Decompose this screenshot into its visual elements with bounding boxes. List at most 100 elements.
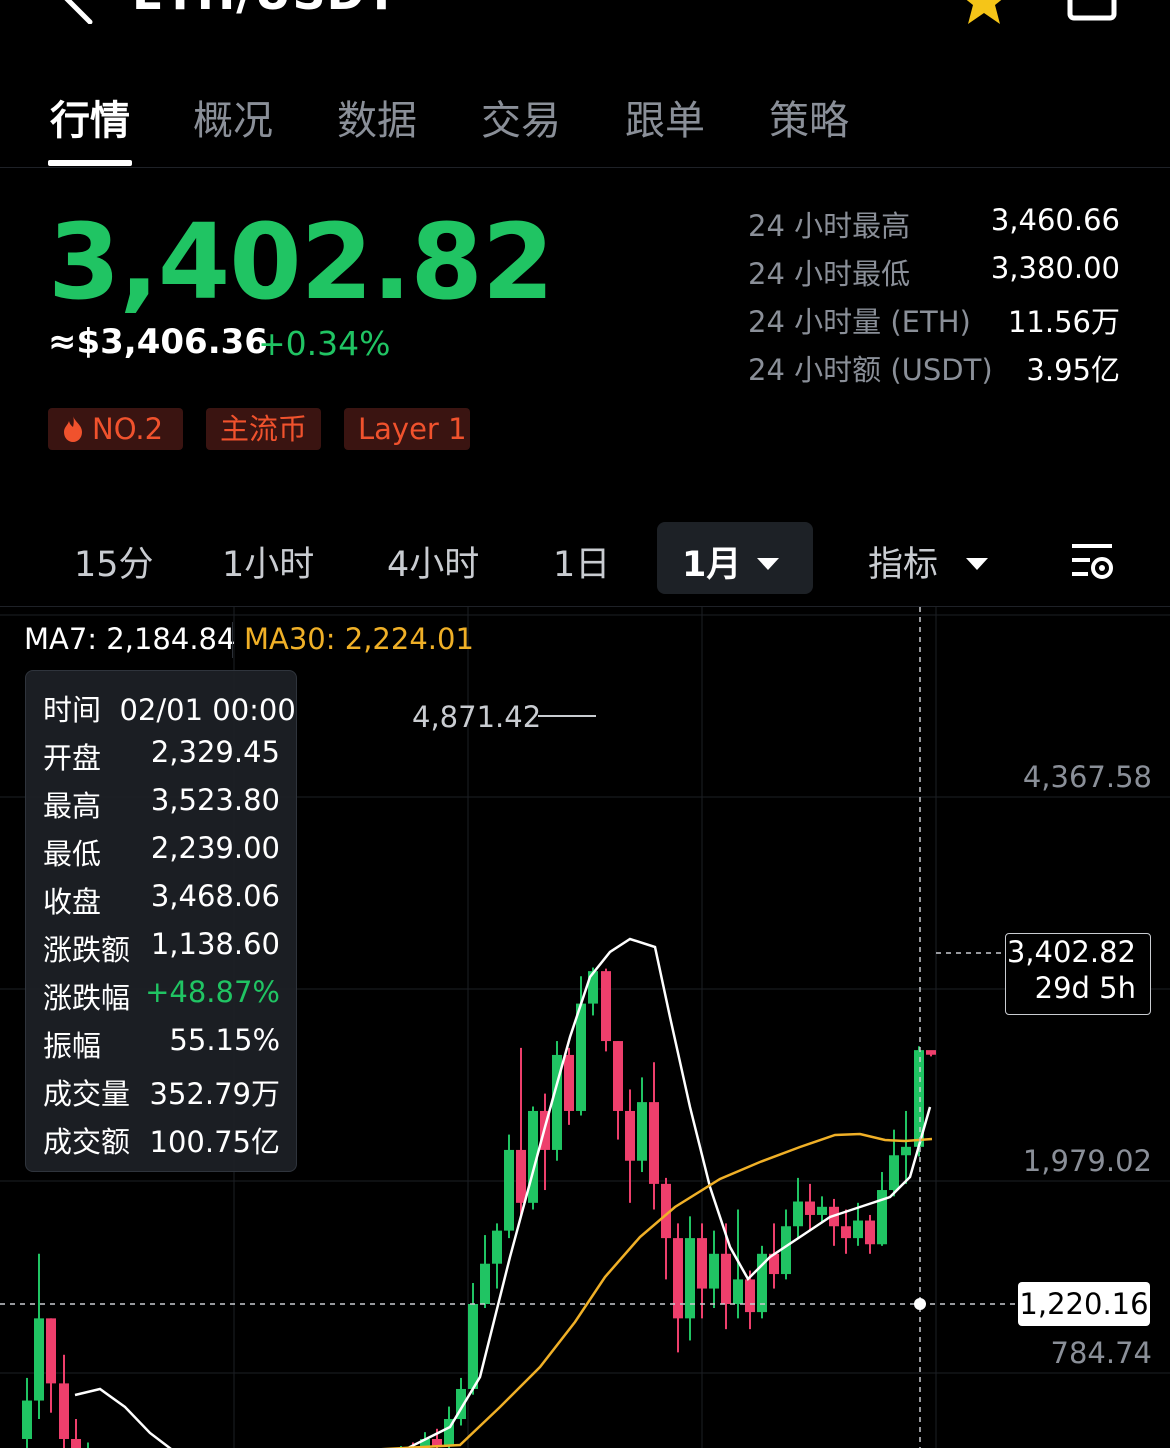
candle-body <box>34 1318 44 1401</box>
candle-body <box>625 1110 635 1161</box>
candle-body <box>793 1201 803 1227</box>
layer-tag[interactable]: Layer 1 <box>344 408 470 450</box>
last-price-marker: 3,402.82 29d 5h <box>1005 933 1151 1015</box>
candle-body <box>480 1263 490 1304</box>
interval-1d[interactable]: 1日 <box>553 536 610 587</box>
candle-body <box>685 1238 695 1319</box>
last-price-marker-value: 3,402.82 <box>1006 935 1136 969</box>
interval-1M[interactable]: 1月 <box>682 536 780 587</box>
tab-strategy[interactable]: 策略 <box>769 88 849 146</box>
stat-label-24h-low: 24 小时最低 <box>748 257 911 291</box>
share-icon[interactable] <box>1066 0 1118 22</box>
tooltip-row-close: 收盘 3,468.06 <box>43 879 280 919</box>
tooltip-key: 开盘 <box>43 741 102 775</box>
stat-value-24h-high: 3,460.66 <box>990 203 1120 237</box>
rank-tag[interactable]: NO.2 <box>48 408 183 450</box>
interval-1h[interactable]: 1小时 <box>222 536 314 587</box>
y-tick-label: 4,367.58 <box>1022 760 1152 794</box>
candle-body <box>926 1050 936 1055</box>
tooltip-value: 2,239.00 <box>150 831 280 865</box>
interval-label: 1月 <box>682 545 742 585</box>
stat-value-24h-low: 3,380.00 <box>990 251 1120 285</box>
divider <box>0 167 1170 168</box>
tooltip-key: 最高 <box>43 789 102 823</box>
tooltip-value: 1,138.60 <box>150 927 280 961</box>
candle-body <box>564 1054 574 1111</box>
tooltip-key: 成交额 <box>43 1125 131 1159</box>
candle-body <box>492 1230 502 1264</box>
indicator-label: 指标 <box>868 545 939 585</box>
candle-body <box>817 1206 827 1215</box>
tooltip-row-amplitude: 振幅 55.15% <box>43 1023 280 1063</box>
interval-4h[interactable]: 4小时 <box>387 536 479 587</box>
tooltip-row-volume: 成交量 352.79万 <box>43 1071 280 1111</box>
category-tag[interactable]: 主流币 <box>206 408 321 450</box>
last-price: 3,402.82 <box>48 201 554 323</box>
candle-body <box>745 1279 755 1313</box>
candle-body <box>613 1041 623 1111</box>
crosshair-price-label: 1,220.16 <box>1018 1282 1150 1326</box>
divider <box>232 622 233 658</box>
candle-body <box>697 1238 707 1289</box>
tag-label: NO.2 <box>92 412 164 446</box>
indicator-dropdown[interactable]: 指标 <box>868 536 989 587</box>
active-tab-indicator <box>48 160 132 166</box>
tooltip-value: 100.75亿 <box>149 1125 280 1159</box>
candle-body <box>841 1226 851 1239</box>
pair-title[interactable]: ETH/USDT <box>132 0 398 20</box>
y-tick-label: 1,979.02 <box>1022 1144 1152 1178</box>
chevron-down-icon[interactable] <box>440 0 464 2</box>
tooltip-value: 3,523.80 <box>150 783 280 817</box>
stat-label-24h-turnover: 24 小时额 (USDT) <box>748 353 993 387</box>
chevron-down-icon <box>966 558 989 570</box>
ma7-value: MA7: 2,184.84 <box>24 622 236 656</box>
candle-body <box>733 1279 743 1304</box>
tooltip-row-open: 开盘 2,329.45 <box>43 735 280 775</box>
tab-market[interactable]: 行情 <box>50 88 130 146</box>
candle-body <box>468 1304 478 1389</box>
candle-body <box>721 1253 731 1304</box>
candle-body <box>649 1102 659 1184</box>
crosshair-dot <box>914 1298 926 1310</box>
tooltip-key: 最低 <box>43 837 102 871</box>
tooltip-time-label: 时间 <box>43 693 102 727</box>
tab-trade[interactable]: 交易 <box>481 88 561 146</box>
stat-value-24h-turnover: 3.95亿 <box>1026 353 1120 387</box>
candle-body <box>865 1220 875 1245</box>
tooltip-key: 成交量 <box>43 1077 131 1111</box>
stat-value-24h-volume: 11.56万 <box>1007 305 1120 339</box>
tooltip-row-low: 最低 2,239.00 <box>43 831 280 871</box>
candle-body <box>59 1383 69 1439</box>
tab-copy-trading[interactable]: 跟单 <box>625 88 705 146</box>
y-tick-label: 784.74 <box>1050 1336 1152 1370</box>
tab-data[interactable]: 数据 <box>337 88 417 146</box>
chevron-down-icon <box>757 558 780 570</box>
candle-body <box>576 1003 586 1111</box>
tooltip-value: 3,468.06 <box>150 879 280 913</box>
chart-settings-icon[interactable] <box>1068 540 1116 582</box>
candle-tooltip: 时间 02/01 00:00 开盘 2,329.45 最高 3,523.80 最低 2… <box>25 670 297 1172</box>
candle-body <box>516 1149 526 1203</box>
tooltip-value: +48.87% <box>145 975 280 1009</box>
tab-overview[interactable]: 概况 <box>193 88 273 146</box>
star-icon[interactable] <box>958 0 1010 24</box>
candle-body <box>853 1220 863 1239</box>
back-icon[interactable] <box>56 0 116 24</box>
stat-label-24h-high: 24 小时最高 <box>748 209 911 243</box>
candle-body <box>71 1438 81 1448</box>
stat-label-24h-volume: 24 小时量 (ETH) <box>748 305 971 339</box>
tooltip-key: 涨跌幅 <box>43 981 131 1015</box>
interval-15m[interactable]: 15分 <box>74 536 154 587</box>
tooltip-time: 时间 02/01 00:00 <box>43 687 296 729</box>
tooltip-row-turnover: 成交额 100.75亿 <box>43 1119 280 1159</box>
peak-price-label: 4,871.42 <box>412 700 542 734</box>
candle-body <box>46 1318 56 1384</box>
price-change-percent: +0.34% <box>258 324 391 363</box>
candle-body <box>504 1149 514 1231</box>
tooltip-row-change: 涨跌额 1,138.60 <box>43 927 280 967</box>
usd-price: ≈$3,406.36 <box>48 322 268 362</box>
tooltip-time-value: 02/01 00:00 <box>119 693 296 727</box>
candle-body <box>901 1146 911 1156</box>
candle-body <box>709 1253 719 1289</box>
tooltip-value: 55.15% <box>169 1023 280 1057</box>
